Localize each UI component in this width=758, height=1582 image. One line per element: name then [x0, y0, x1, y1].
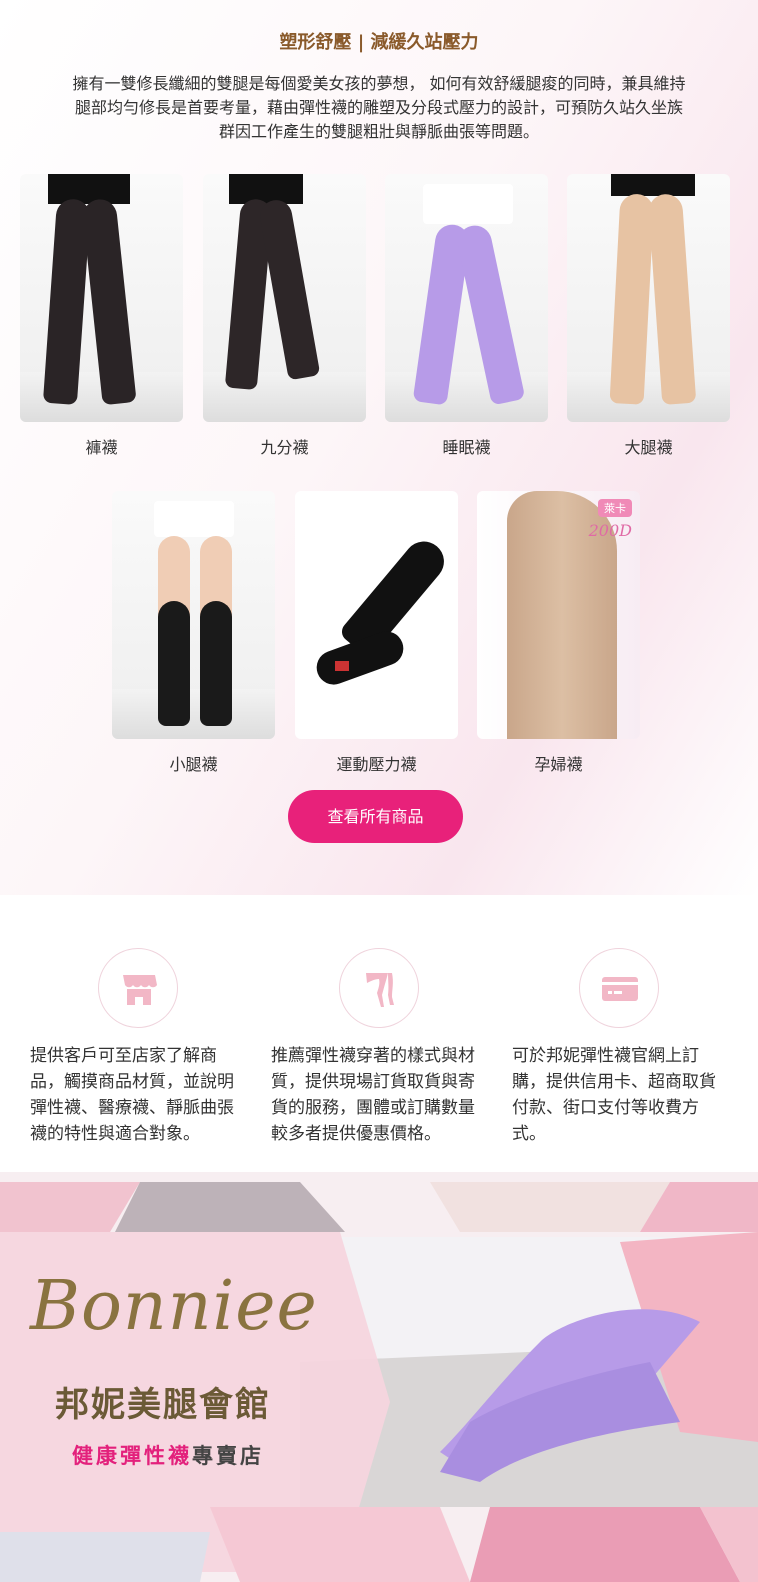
product-label[interactable]: 褲襪 [20, 434, 183, 458]
store-icon-circle [98, 948, 178, 1028]
product-label[interactable]: 睡眠襪 [385, 434, 548, 458]
lycra-badge: 萊卡 [598, 499, 632, 517]
feature-text-service: 推薦彈性襪穿著的樣式與材質，提供現場訂貨取貨與寄貨的服務，團體或訂購數量較多者提… [271, 1046, 475, 1144]
tagline: 健康彈性襪專賣店 [72, 1440, 264, 1470]
product-image-maternity[interactable]: 萊卡 200D [477, 491, 640, 739]
legs-icon [366, 973, 394, 1007]
product-label[interactable]: 孕婦襪 [477, 751, 640, 775]
product-image-capri[interactable] [203, 174, 366, 422]
product-image-calf[interactable] [112, 491, 275, 739]
product-image-thigh[interactable] [567, 174, 730, 422]
section-intro: 擁有一雙修長纖細的雙腿是每個愛美女孩的夢想， 如何有效舒緩腿痠的同時，兼具維持腿… [72, 74, 686, 141]
view-all-products-button[interactable]: 查看所有商品 [288, 790, 463, 843]
product-label[interactable]: 九分襪 [203, 434, 366, 458]
feature-text-store: 提供客戶可至店家了解商品，觸摸商品材質，並說明彈性襪、醫療襪、靜脈曲張襪的特性與… [30, 1046, 234, 1144]
tagline-highlight: 健康彈性襪 [72, 1444, 192, 1468]
tagline-rest: 專賣店 [192, 1444, 264, 1468]
credit-card-icon-circle [579, 948, 659, 1028]
store-name: 邦妮美腿會館 [55, 1385, 271, 1425]
store-icon [123, 975, 157, 1005]
product-label[interactable]: 運動壓力襪 [295, 751, 458, 775]
product-label[interactable]: 小腿襪 [112, 751, 275, 775]
denier-text: 200D [588, 521, 632, 540]
product-image-sleep[interactable] [385, 174, 548, 422]
product-label[interactable]: 大腿襪 [567, 434, 730, 458]
legs-icon-circle [339, 948, 419, 1028]
store-banner: Bonniee 邦妮美腿會館 健康彈性襪專賣店 [0, 1172, 758, 1582]
feature-text-payment: 可於邦妮彈性襪官網上訂購，提供信用卡、超商取貨付款、街口支付等收費方式。 [512, 1046, 716, 1144]
bonniee-logo: Bonniee [30, 1267, 318, 1346]
section-title: 塑形舒壓 | 減緩久站壓力 [279, 32, 479, 53]
credit-card-icon [602, 977, 638, 1001]
product-image-sport[interactable] [295, 491, 458, 739]
product-image-pantyhose[interactable] [20, 174, 183, 422]
